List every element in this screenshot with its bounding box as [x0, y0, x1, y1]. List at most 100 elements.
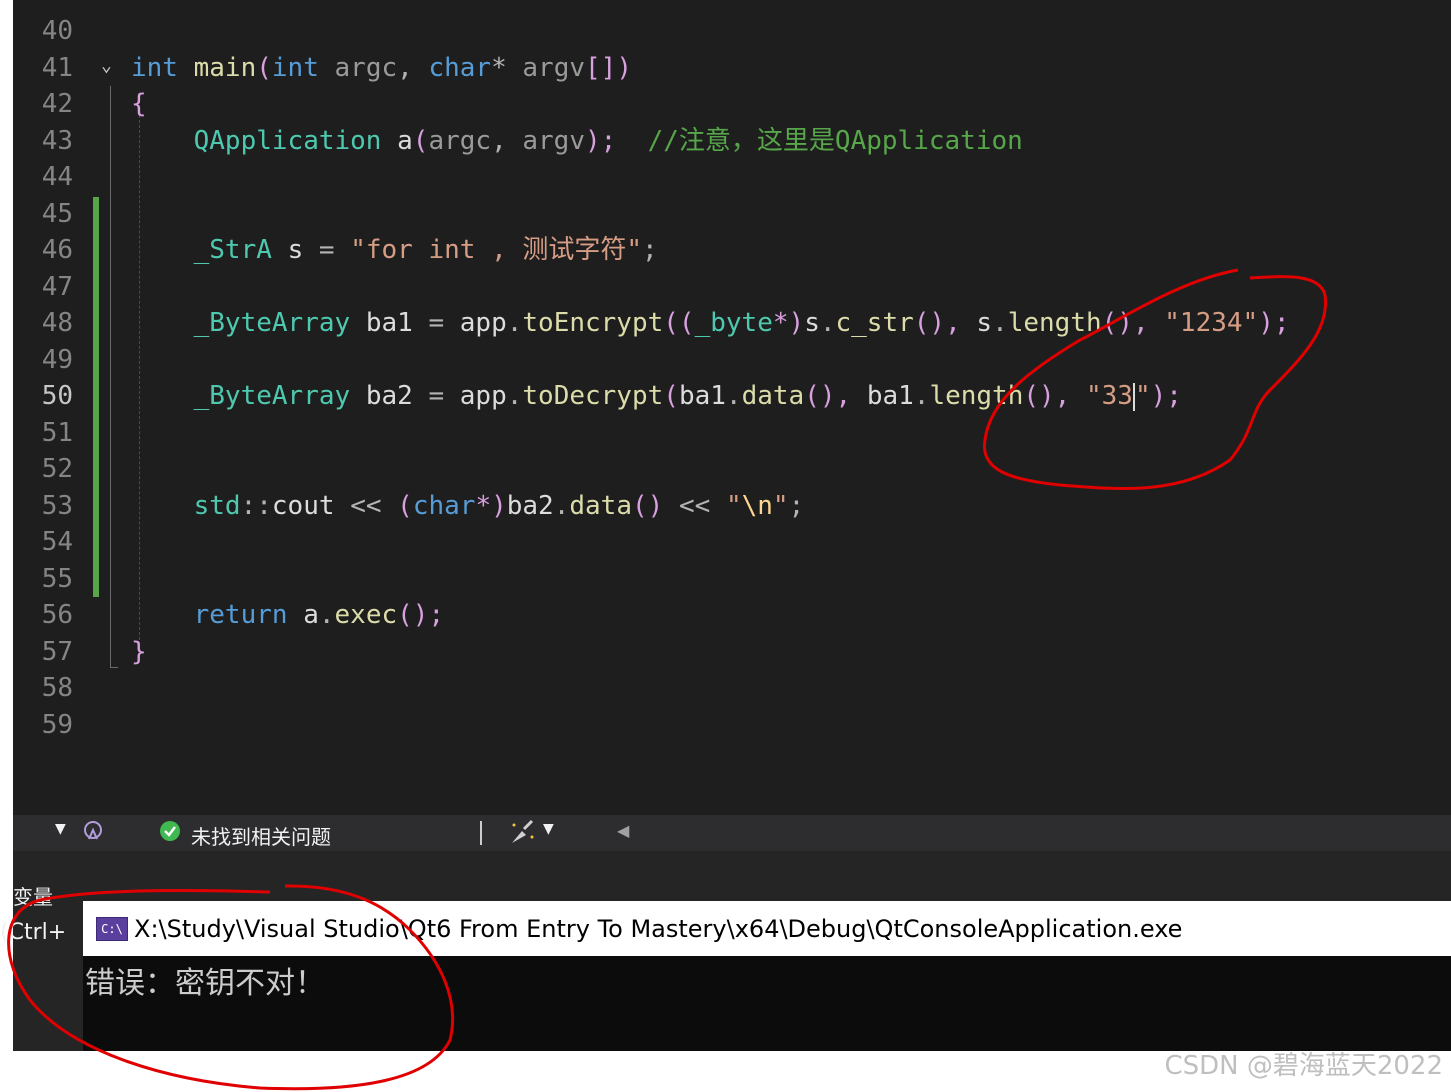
punctuation: , [491, 125, 507, 156]
identifier: s [287, 235, 304, 265]
identifier: s [976, 308, 993, 338]
identifier: ba1 [866, 381, 914, 411]
punctuation: ; [642, 235, 658, 265]
code-line-50[interactable]: _ByteArray ba2 = app.toDecrypt(ba1.data(… [131, 378, 1182, 415]
open-brace: { [131, 89, 147, 119]
punctuation: . [725, 381, 742, 411]
punctuation: (), [804, 381, 852, 411]
line-number: 57 [41, 636, 73, 667]
method-name: toEncrypt [522, 308, 664, 338]
string-literal: "for int , 测试字符" [350, 235, 643, 265]
string-literal: " [1134, 381, 1151, 411]
console-output-text: 错误：密钥不对！ [85, 966, 325, 1001]
method-name: length [929, 381, 1024, 411]
method-name: length [1007, 308, 1102, 338]
keyword: char [412, 490, 476, 521]
console-title-bar[interactable]: C:\ X:\Study\Visual Studio\Qt6 From Entr… [83, 901, 1451, 956]
code-line-48[interactable]: _ByteArray ba1 = app.toEncrypt((_byte*)s… [131, 305, 1290, 342]
keyword: char [428, 52, 492, 83]
caret-down-icon[interactable]: ▼ [55, 821, 66, 837]
change-indicator-bar [93, 197, 99, 597]
keyword: return [193, 600, 288, 630]
identifier: s [804, 308, 820, 338]
type-name: _StrA [193, 235, 272, 265]
punctuation: . [819, 308, 836, 338]
punctuation: . [506, 381, 523, 411]
line-number: 40 [41, 16, 73, 46]
code-line-57[interactable]: } [131, 634, 147, 671]
operator: = [428, 381, 445, 411]
punctuation: (), [1101, 308, 1149, 338]
line-number: 48 [41, 308, 73, 338]
console-app-icon: C:\ [96, 916, 128, 941]
type-name: _ByteArray [193, 381, 351, 411]
code-comment: //注意，这里是QApplication [647, 125, 1023, 156]
scroll-left-icon[interactable]: ◀ [617, 821, 629, 840]
keyword: int [271, 52, 319, 83]
code-editor[interactable]: ⌄ 40 41 42 43 44 45 46 47 48 49 50 51 52… [13, 0, 1451, 815]
issues-status-text[interactable]: 未找到相关问题 [191, 821, 331, 850]
operator: << [350, 490, 382, 521]
punctuation: ( [256, 52, 272, 83]
punctuation: , [397, 52, 413, 83]
namespace: std [193, 490, 241, 521]
brush-icon[interactable] [508, 819, 538, 852]
code-line-41[interactable]: int main(int argc, char* argv[]) [131, 50, 632, 87]
method-name: c_str [835, 308, 914, 338]
line-number: 42 [41, 89, 73, 119]
string-literal: " [772, 490, 789, 521]
identifier: ba1 [678, 381, 726, 411]
editor-status-bar: ▼ 未找到相关问题 ▼ ◀ [13, 815, 1451, 851]
code-line-53[interactable]: std::cout << (char*)ba2.data() << "\n"; [131, 488, 805, 525]
code-line-42[interactable]: { [131, 86, 147, 123]
method-name: data [569, 490, 632, 521]
punctuation: . [506, 308, 523, 338]
line-number: 44 [41, 162, 73, 192]
punctuation: . [913, 381, 930, 411]
close-brace: } [131, 636, 147, 667]
line-number: 52 [41, 454, 73, 484]
string-literal: "1234" [1164, 308, 1259, 338]
function-name: main [193, 52, 257, 83]
string-literal: " [725, 490, 742, 521]
line-number: 55 [41, 563, 73, 594]
identifier: a [397, 125, 413, 156]
panel-search-hint[interactable]: (Ctrl+ [0, 920, 66, 945]
punctuation: ; [788, 490, 805, 521]
punctuation: ( [663, 381, 679, 411]
operator: = [428, 308, 445, 338]
code-line-46[interactable]: _StrA s = "for int , 测试字符"; [131, 232, 658, 269]
identifier: ba2 [506, 490, 554, 521]
line-number: 59 [41, 709, 73, 740]
line-number: 56 [41, 600, 73, 630]
method-name: toDecrypt [522, 381, 664, 411]
line-number: 41 [41, 52, 73, 83]
identifier: cout [271, 490, 335, 521]
punctuation: ); [1258, 308, 1290, 338]
console-window-title: X:\Study\Visual Studio\Qt6 From Entry To… [134, 914, 1183, 943]
punctuation: *) [475, 490, 507, 521]
punctuation: ( [412, 125, 429, 156]
identifier: ba1 [365, 308, 413, 338]
line-number: 49 [41, 344, 73, 375]
code-line-43[interactable]: QApplication a(argc, argv); //注意，这里是QApp… [131, 123, 1023, 160]
punctuation: :: [240, 490, 272, 521]
code-line-56[interactable]: return a.exec(); [131, 597, 444, 634]
line-number-active: 50 [41, 381, 73, 411]
check-circle-icon [159, 820, 181, 847]
punctuation: () [632, 490, 664, 521]
escape-sequence: \n [741, 490, 773, 521]
line-number: 58 [41, 673, 73, 703]
punctuation: (( [663, 308, 695, 338]
punctuation: * [491, 52, 507, 83]
status-divider [480, 821, 482, 845]
identifier: app [459, 381, 507, 411]
type-name: _byte [694, 308, 773, 338]
chevron-down-icon[interactable]: ⌄ [101, 55, 112, 76]
parameter: argc [334, 52, 398, 83]
caret-down-icon[interactable]: ▼ [543, 821, 554, 837]
punctuation: . [553, 490, 570, 521]
code-cleanup-icon[interactable] [81, 819, 105, 850]
punctuation: ( [397, 490, 413, 521]
punctuation: ); [1150, 381, 1182, 411]
